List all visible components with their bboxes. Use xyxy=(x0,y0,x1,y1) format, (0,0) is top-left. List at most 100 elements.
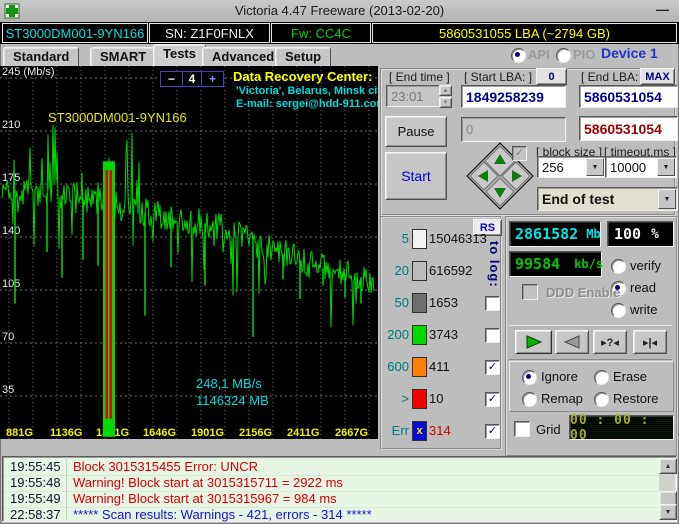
legend-count: 1653 xyxy=(429,295,458,310)
current-lba-field: 0 xyxy=(461,117,566,142)
svg-text:1146324 MB: 1146324 MB xyxy=(196,393,269,408)
end-lba-max-button[interactable]: MAX xyxy=(640,68,675,85)
erase-label: Erase xyxy=(613,369,647,384)
ignore-label: Ignore xyxy=(541,369,578,384)
event-log: 19:55:45Block 3015315455 Error: UNCR19:5… xyxy=(2,456,677,522)
legend-count: 314 xyxy=(429,423,451,438)
log-message: Warning! Block start at 3015315967 = 984… xyxy=(73,491,337,506)
end-lba-display: 5860531054 xyxy=(579,116,678,141)
chevron-down-icon[interactable]: ▼ xyxy=(657,158,675,176)
chevron-down-icon[interactable]: ▼ xyxy=(658,189,676,209)
end-lba-input[interactable]: 5860531054 xyxy=(579,85,678,108)
ignore-radio[interactable] xyxy=(522,370,537,385)
log-time: 19:55:45 xyxy=(10,459,61,474)
pio-radio[interactable] xyxy=(556,48,571,63)
legend-log-checkbox[interactable]: ✓ xyxy=(485,424,500,439)
restore-label: Restore xyxy=(613,391,659,406)
on-end-combo[interactable]: End of test ▼ xyxy=(537,187,678,211)
write-radio[interactable] xyxy=(611,303,626,318)
tab-setup[interactable]: Setup xyxy=(275,47,331,67)
restore-radio[interactable] xyxy=(594,392,609,407)
scroll-up-icon[interactable]: ▲ xyxy=(659,458,677,474)
log-message: Block 3015315455 Error: UNCR xyxy=(73,459,258,474)
legend-color-box xyxy=(412,293,427,313)
end-time-spin-buttons[interactable]: ▲ ▼ xyxy=(439,85,452,107)
back-icon xyxy=(563,335,581,349)
legend-count: 10 xyxy=(429,391,443,406)
elapsed-timer-lcd: 00 : 00 : 00 xyxy=(569,415,674,440)
block-size-combo[interactable]: 256 ▼ xyxy=(537,156,606,178)
seek-end-button[interactable]: ▸|◂ xyxy=(633,330,667,354)
title-bar: Victoria 4.47 Freeware (2013-02-20) — xyxy=(0,0,679,22)
log-row[interactable]: 22:58:37***** Scan results: Warnings - 4… xyxy=(3,507,676,524)
svg-text:2667G: 2667G xyxy=(335,427,368,439)
log-time: 19:55:48 xyxy=(10,475,61,490)
legend-color-box xyxy=(412,261,427,281)
drive-model: ST3000DM001-9YN166 xyxy=(2,23,148,43)
start-lba-label: [ Start LBA: ] xyxy=(464,70,532,84)
svg-text:245 (Mb/s): 245 (Mb/s) xyxy=(2,66,55,78)
svg-text:70: 70 xyxy=(2,331,14,343)
drive-firmware: Fw: CC4C xyxy=(271,23,371,43)
spin-down-icon[interactable]: ▼ xyxy=(439,97,452,108)
legend-log-checkbox[interactable]: ✓ xyxy=(485,392,500,407)
svg-text:1646G: 1646G xyxy=(143,427,176,439)
legend-threshold: > xyxy=(382,391,409,406)
speed-lcd: 99584 kb/s xyxy=(509,251,602,277)
legend-color-box xyxy=(412,357,427,377)
remap-radio[interactable] xyxy=(522,392,537,407)
tab-smart[interactable]: SMART xyxy=(90,47,156,67)
app-icon xyxy=(4,3,20,19)
timeout-combo[interactable]: 10000 ▼ xyxy=(605,156,677,178)
pio-label: PIO xyxy=(573,47,595,62)
minimize-button[interactable]: — xyxy=(656,0,669,20)
api-radio[interactable] xyxy=(511,48,526,63)
drive-capacity: 5860531055 LBA (~2794 GB) xyxy=(372,23,677,43)
verify-label: verify xyxy=(630,258,661,273)
verify-radio[interactable] xyxy=(611,259,626,274)
log-row[interactable]: 19:55:45 Block 3015315455 Error: UNCR xyxy=(3,459,676,476)
log-row[interactable]: 19:55:48 Warning! Block start at 30153157… xyxy=(3,475,676,492)
grid-checkbox[interactable]: ✓ xyxy=(514,421,530,437)
legend-color-box xyxy=(412,389,427,409)
legend-log-checkbox[interactable]: ✓ xyxy=(485,360,500,375)
start-lba-zero-button[interactable]: 0 xyxy=(536,68,567,85)
seek-question-button[interactable]: ▸?◂ xyxy=(593,330,627,354)
ddd-label: DDD Enable xyxy=(546,285,620,300)
legend-threshold: 20 xyxy=(382,263,409,278)
legend-threshold: 50 xyxy=(382,295,409,310)
legend-count: 15046313 xyxy=(429,231,487,246)
legend-color-box xyxy=(412,325,427,345)
zoom-in-button[interactable]: + xyxy=(201,71,224,87)
log-scrollbar[interactable]: ▲ ▼ xyxy=(659,458,675,520)
scroll-down-icon[interactable]: ▼ xyxy=(659,504,677,520)
pause-button[interactable]: Pause xyxy=(385,116,447,147)
tab-advanced[interactable]: Advanced xyxy=(202,47,284,67)
legend-color-box xyxy=(412,229,427,249)
play-button[interactable] xyxy=(515,330,552,354)
log-message: ***** Scan results: Warnings - 421, erro… xyxy=(73,507,372,522)
api-label: API xyxy=(528,47,550,62)
legend-log-checkbox[interactable]: ✓ xyxy=(485,296,500,311)
tab-standard[interactable]: Standard xyxy=(3,47,79,67)
svg-text:248,1 MB/s: 248,1 MB/s xyxy=(196,376,262,391)
start-lba-input[interactable]: 1849258239 xyxy=(461,85,566,108)
end-time-spinner[interactable]: 23:01 xyxy=(386,85,444,107)
nav-checkbox: ✓ xyxy=(512,146,527,161)
tab-tests[interactable]: Tests xyxy=(153,44,206,67)
zoom-out-button[interactable]: − xyxy=(160,71,183,87)
legend-count: 616592 xyxy=(429,263,472,278)
legend-log-checkbox[interactable]: ✓ xyxy=(485,328,500,343)
chevron-down-icon[interactable]: ▼ xyxy=(586,158,604,176)
write-label: write xyxy=(630,302,657,317)
spin-up-icon[interactable]: ▲ xyxy=(439,85,452,96)
play-icon xyxy=(525,335,543,349)
back-button[interactable] xyxy=(555,330,589,354)
log-message: Warning! Block start at 3015315711 = 292… xyxy=(73,475,343,490)
zoom-level: 4 xyxy=(183,71,201,87)
device-label[interactable]: Device 1 xyxy=(601,45,658,61)
erase-radio[interactable] xyxy=(594,370,609,385)
to-log-label: to log: xyxy=(487,241,502,299)
start-button[interactable]: Start xyxy=(385,152,447,200)
log-row[interactable]: 19:55:49Warning! Block start at 30153159… xyxy=(3,491,676,508)
